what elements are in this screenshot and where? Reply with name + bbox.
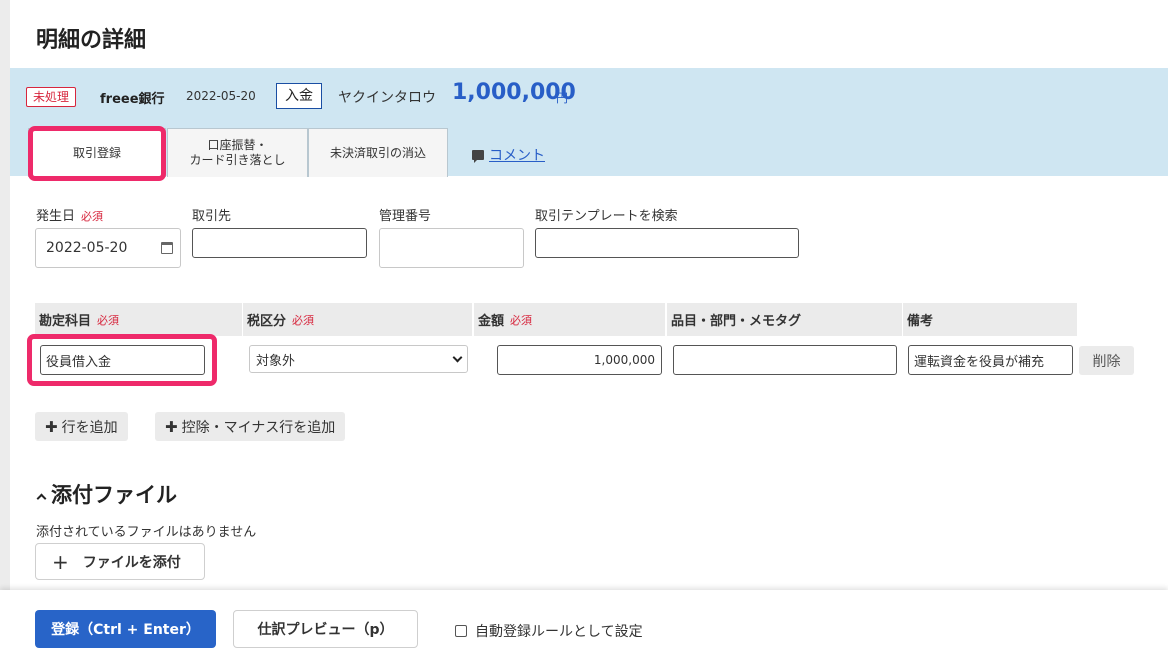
auto-rule-option[interactable]: 自動登録ルールとして設定: [455, 621, 643, 641]
required-mark: 必須: [97, 313, 120, 327]
required-mark: 必須: [292, 313, 315, 327]
auto-rule-checkbox[interactable]: [455, 625, 467, 637]
tax-header-text: 税区分: [247, 314, 287, 329]
required-mark: 必須: [510, 313, 533, 327]
chevron-down-icon: [452, 352, 463, 363]
amount-header-text: 金額: [478, 314, 505, 329]
plus-icon: ✚: [165, 417, 178, 436]
calendar-icon[interactable]: [161, 242, 173, 254]
tax-select-value: 対象外: [256, 353, 296, 369]
attachments-heading[interactable]: 添付ファイル: [36, 479, 177, 509]
template-search-input[interactable]: [535, 228, 799, 258]
column-header-amount: 金額 必須: [474, 303, 665, 336]
column-header-note: 備考: [903, 303, 1077, 336]
add-row-label: 行を追加: [61, 419, 118, 436]
tab-transfer-line1: 口座振替・: [207, 138, 268, 152]
required-mark: 必須: [81, 210, 104, 223]
currency-unit: 円: [556, 91, 569, 105]
left-edge: [0, 0, 10, 590]
delete-row-button[interactable]: 削除: [1079, 346, 1134, 375]
tab-transfer-line2: カード引き落とし: [189, 153, 286, 167]
mgmt-number-label: 管理番号: [379, 209, 432, 224]
page-title: 明細の詳細: [36, 28, 147, 53]
account-input[interactable]: 役員借入金: [40, 345, 205, 375]
add-minus-row-label: 控除・マイナス行を追加: [181, 419, 336, 436]
partner-label: 取引先: [192, 209, 232, 224]
template-search-label: 取引テンプレートを検索: [535, 209, 678, 224]
plus-icon: ✚: [45, 417, 58, 436]
amount-input[interactable]: 1,000,000: [497, 345, 662, 375]
column-header-tax: 税区分 必須: [243, 303, 472, 336]
note-input[interactable]: 運転資金を役員が補充: [908, 345, 1073, 375]
transaction-date: 2022-05-20: [186, 89, 256, 103]
bank-name: freee銀行: [100, 92, 165, 107]
partner-input[interactable]: [192, 228, 367, 258]
date-input[interactable]: 2022-05-20: [35, 228, 181, 268]
attachments-title: 添付ファイル: [51, 483, 177, 507]
plus-icon: +: [52, 549, 69, 574]
transaction-partner: ヤクインタロウ: [338, 90, 436, 106]
date-input-value: 2022-05-20: [46, 240, 128, 256]
journal-preview-button[interactable]: 仕訳プレビュー（p）: [233, 610, 418, 648]
tab-clearing-label: 未決済取引の消込: [329, 145, 426, 160]
comment-link[interactable]: コメント: [472, 145, 545, 165]
mgmt-number-input[interactable]: [379, 228, 524, 268]
date-label: 発生日 必須: [36, 205, 103, 224]
add-row-button[interactable]: ✚ 行を追加: [35, 412, 128, 441]
auto-rule-label: 自動登録ルールとして設定: [475, 624, 643, 640]
chevron-up-icon: [36, 493, 47, 503]
attach-file-button[interactable]: + ファイルを添付: [35, 543, 205, 580]
tab-clearing[interactable]: 未決済取引の消込: [308, 128, 448, 177]
attach-file-label: ファイルを添付: [82, 554, 181, 571]
comment-icon: [472, 150, 484, 163]
tab-register[interactable]: 取引登録: [28, 128, 166, 177]
date-label-text: 発生日: [36, 209, 76, 224]
tab-transfer-label: 口座振替・ カード引き落とし: [189, 138, 285, 168]
column-header-tags: 品目・部門・メモタグ: [667, 303, 902, 336]
transaction-kind-badge: 入金: [276, 83, 322, 109]
tab-transfer[interactable]: 口座振替・ カード引き落とし: [167, 128, 308, 177]
submit-button[interactable]: 登録（Ctrl + Enter）: [35, 610, 216, 648]
status-badge: 未処理: [26, 87, 77, 107]
comment-label: コメント: [489, 148, 545, 164]
tax-select[interactable]: 対象外: [249, 345, 468, 373]
account-header-text: 勘定科目: [39, 314, 92, 329]
tags-input[interactable]: [673, 345, 897, 375]
add-minus-row-button[interactable]: ✚ 控除・マイナス行を追加: [155, 412, 346, 441]
column-header-account: 勘定科目 必須: [35, 303, 242, 336]
tab-register-label: 取引登録: [72, 145, 121, 160]
attachments-empty-text: 添付されているファイルはありません: [36, 525, 257, 540]
